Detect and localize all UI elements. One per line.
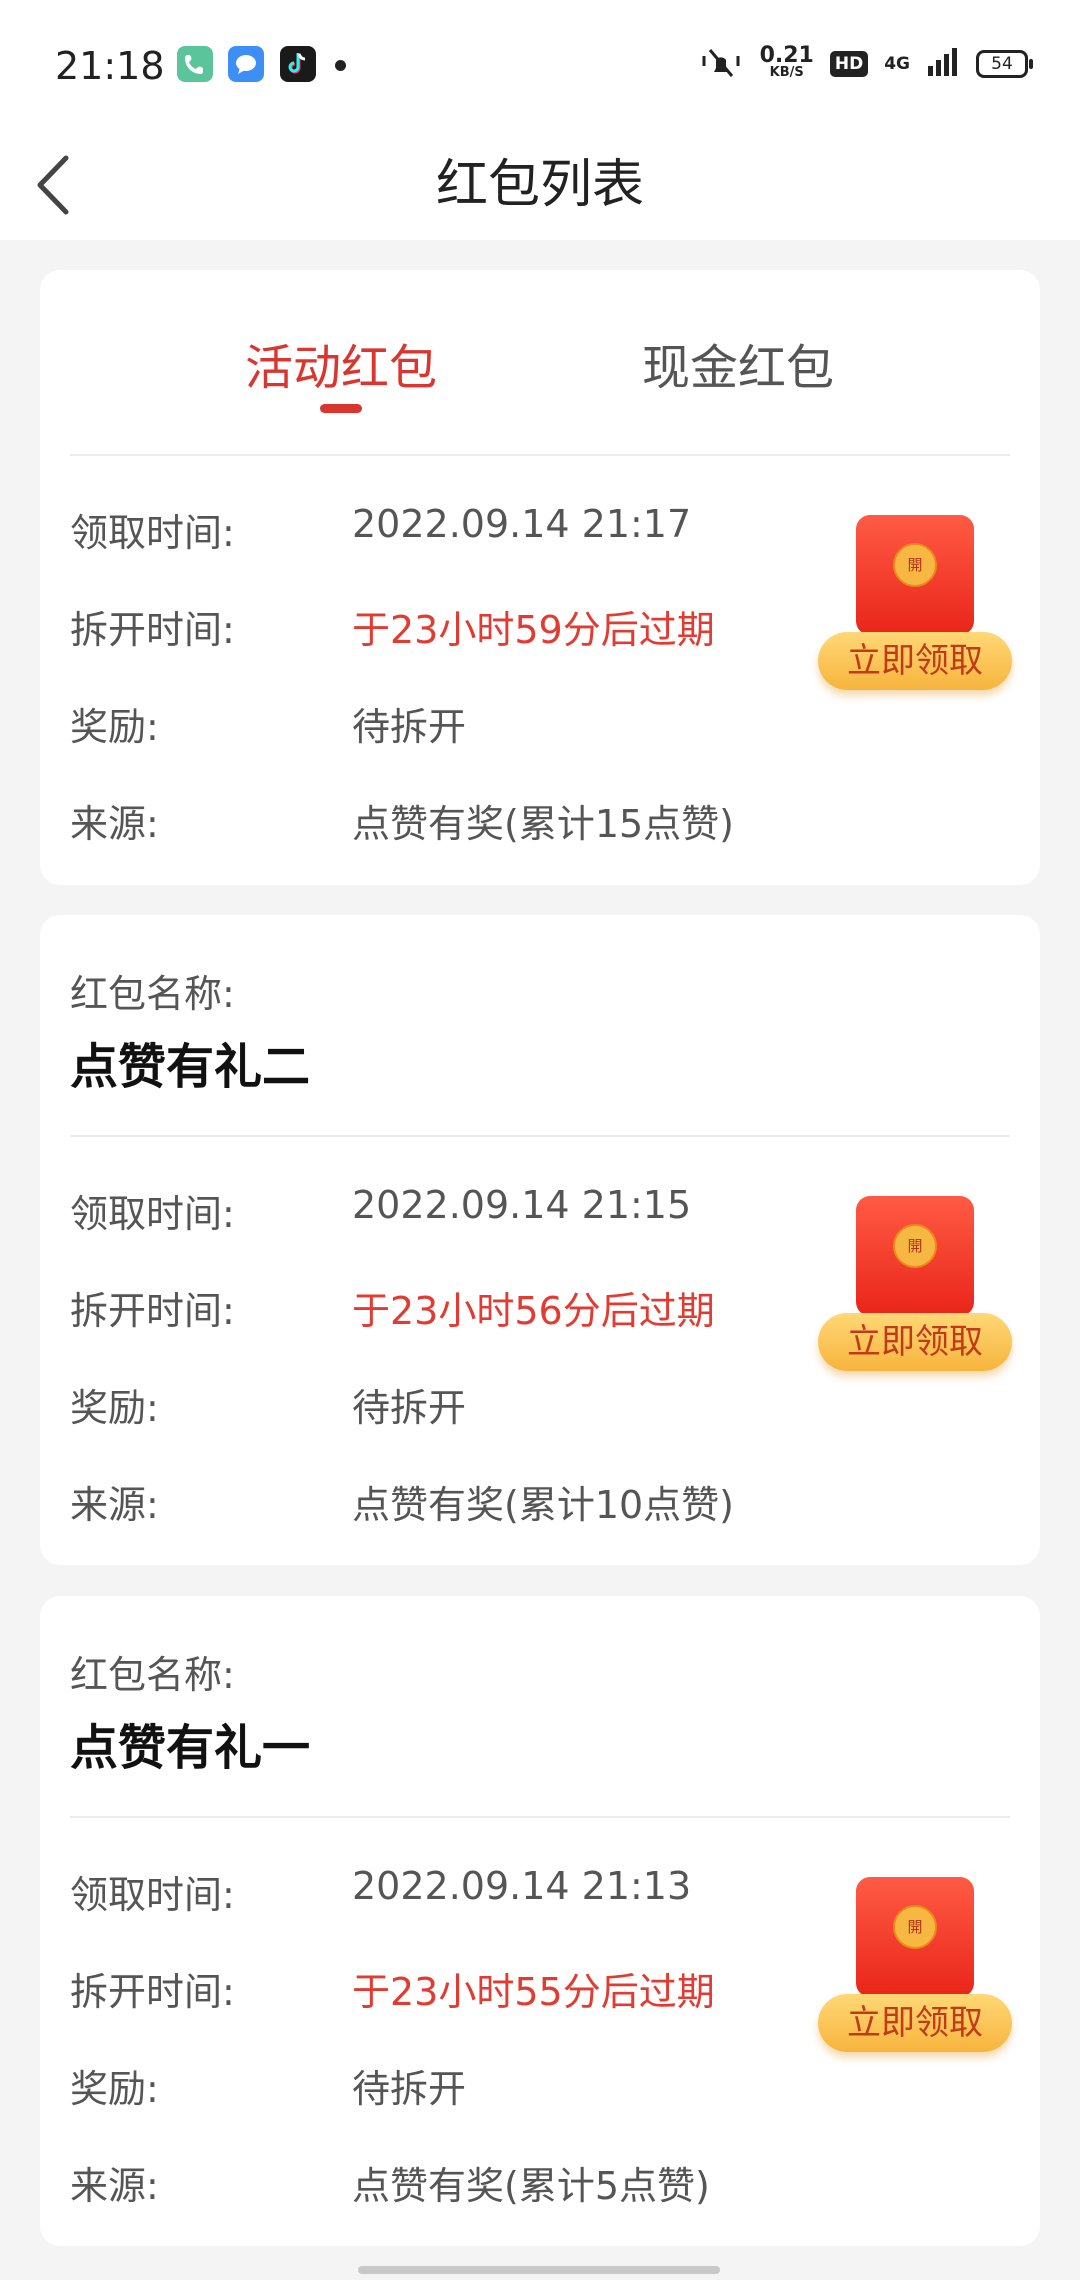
- expire-countdown: 于23小时55分后过期: [352, 1970, 715, 2014]
- app-header: 红包列表: [0, 130, 1080, 240]
- claim-now-button[interactable]: 立即领取: [818, 1994, 1012, 2052]
- packet-name: 点赞有礼二: [70, 1039, 311, 1095]
- receive-time-label: 领取时间:: [70, 1192, 235, 1236]
- vibrate-mute-icon: [698, 44, 744, 84]
- tiktok-app-icon: [280, 46, 316, 82]
- tab-bar: 活动红包 现金红包: [40, 270, 1040, 440]
- packet-name-label: 红包名称:: [70, 972, 235, 1016]
- source-value: 点赞有奖(累计15点赞): [352, 802, 735, 846]
- battery-icon: 54: [976, 50, 1033, 78]
- page-title: 红包列表: [435, 155, 644, 215]
- reward-value: 待拆开: [352, 705, 467, 749]
- envelope-seal-icon: 開: [893, 543, 937, 587]
- red-envelope-icon[interactable]: 開: [856, 1877, 974, 1997]
- source-value: 点赞有奖(累计10点赞): [352, 1483, 735, 1527]
- reward-value: 待拆开: [352, 1386, 467, 1430]
- source-label: 来源:: [70, 1483, 159, 1527]
- open-time-label: 拆开时间:: [70, 608, 235, 652]
- packet-name-label: 红包名称:: [70, 1653, 235, 1697]
- red-packet-card: 红包名称: 点赞有礼一 领取时间: 2022.09.14 21:13 拆开时间:…: [40, 1596, 1040, 2246]
- claim-now-button[interactable]: 立即领取: [818, 1313, 1012, 1371]
- status-bar: 21:18 0.21 KB/S HD 4G 54: [0, 0, 1080, 130]
- envelope-seal-icon: 開: [893, 1905, 937, 1949]
- home-indicator[interactable]: [358, 2266, 720, 2274]
- source-label: 来源:: [70, 802, 159, 846]
- message-app-icon: [228, 46, 264, 82]
- reward-label: 奖励:: [70, 1386, 159, 1430]
- network-type: 4G: [884, 54, 910, 74]
- card-divider: [70, 454, 1010, 456]
- red-packet-card: 领取时间: 2022.09.14 21:17 拆开时间: 于23小时59分后过期…: [40, 440, 1040, 885]
- expire-countdown: 于23小时59分后过期: [352, 608, 715, 652]
- reward-label: 奖励:: [70, 2067, 159, 2111]
- status-indicators: 0.21 KB/S HD 4G 54: [698, 43, 1033, 84]
- claim-now-button[interactable]: 立即领取: [818, 632, 1012, 690]
- network-speed: 0.21 KB/S: [759, 43, 814, 81]
- signal-icon: [926, 46, 960, 82]
- phone-app-icon: [177, 46, 213, 82]
- red-packet-card: 红包名称: 点赞有礼二 领取时间: 2022.09.14 21:15 拆开时间:…: [40, 915, 1040, 1565]
- expire-countdown: 于23小时56分后过期: [352, 1289, 715, 1333]
- notification-dot-icon: [335, 60, 346, 71]
- card-divider: [70, 1816, 1010, 1818]
- packet-name: 点赞有礼一: [70, 1720, 311, 1776]
- reward-value: 待拆开: [352, 2067, 467, 2111]
- tab-activity-red-packet[interactable]: 活动红包: [245, 328, 437, 398]
- network-speed-value: 0.21: [759, 43, 814, 68]
- open-time-label: 拆开时间:: [70, 1970, 235, 2014]
- open-time-label: 拆开时间:: [70, 1289, 235, 1333]
- source-label: 来源:: [70, 2164, 159, 2208]
- tab-cash-red-packet[interactable]: 现金红包: [642, 328, 834, 398]
- receive-time-value: 2022.09.14 21:13: [352, 1864, 692, 1908]
- envelope-seal-icon: 開: [893, 1224, 937, 1268]
- reward-label: 奖励:: [70, 705, 159, 749]
- red-envelope-icon[interactable]: 開: [856, 515, 974, 635]
- receive-time-value: 2022.09.14 21:15: [352, 1183, 692, 1227]
- red-envelope-icon[interactable]: 開: [856, 1196, 974, 1316]
- receive-time-value: 2022.09.14 21:17: [352, 502, 692, 546]
- receive-time-label: 领取时间:: [70, 511, 235, 555]
- card-divider: [70, 1135, 1010, 1137]
- active-tab-indicator: [320, 404, 362, 413]
- hd-badge: HD: [829, 51, 869, 77]
- source-value: 点赞有奖(累计5点赞): [352, 2164, 710, 2208]
- receive-time-label: 领取时间:: [70, 1873, 235, 1917]
- status-time: 21:18: [55, 44, 165, 88]
